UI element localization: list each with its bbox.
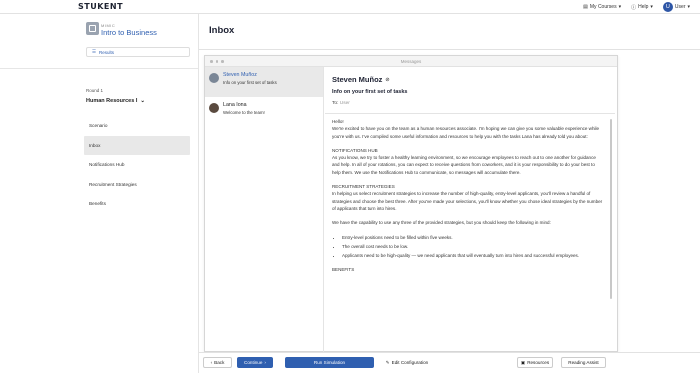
edit-label: Edit Configuration xyxy=(391,360,429,365)
results-icon: ☰ xyxy=(92,49,97,54)
sender-avatar xyxy=(209,73,219,83)
module-select[interactable]: Human Resources I ⌄ xyxy=(86,98,145,104)
help-menu[interactable]: ⓘ Help ▾ xyxy=(631,4,653,11)
round-label: Round 1 xyxy=(86,88,104,93)
edit-configuration-button[interactable]: ✎ Edit Configuration xyxy=(379,357,435,368)
sidebar-item-scenario[interactable]: Scenario xyxy=(84,116,190,136)
message-to: To: User xyxy=(332,101,350,106)
paragraph: We're excited to have you on the team as… xyxy=(332,126,600,139)
my-courses-menu[interactable]: ▤ My Courses ▾ xyxy=(583,4,621,10)
sidebar-item-recruitment-strategies[interactable]: Recruitment Strategies xyxy=(84,175,190,195)
to-value: User xyxy=(339,101,350,106)
chevron-down-icon: ⌄ xyxy=(140,98,145,104)
book-icon: ▤ xyxy=(583,4,588,10)
inbox-subject: Welcome to the team! xyxy=(223,110,265,115)
inbox-sender: Steven Muñoz xyxy=(223,72,257,78)
my-courses-label: My Courses xyxy=(589,4,617,10)
bullet-list: Entry-level positions need to be filled … xyxy=(342,234,604,260)
message-reader: Steven Muñoz ⊘ Info on your first set of… xyxy=(325,67,615,352)
pencil-icon: ✎ xyxy=(385,359,390,365)
section-heading: NOTIFICATIONS HUB xyxy=(332,147,378,153)
continue-button[interactable]: Continue › xyxy=(237,357,273,368)
reading-assist-button[interactable]: Reading Assist xyxy=(561,357,606,368)
inbox-sender: Lana Iona xyxy=(223,102,247,108)
help-icon: ⓘ xyxy=(631,4,637,11)
chevron-right-icon: › xyxy=(264,360,266,365)
sidebar-nav: Scenario Inbox Notifications Hub Recruit… xyxy=(84,116,190,214)
messages-window: Messages Steven Muñoz Info on your first… xyxy=(204,55,618,352)
chevron-down-icon: ▾ xyxy=(618,4,622,10)
window-dots-icon xyxy=(210,60,224,63)
chevron-down-icon: ▾ xyxy=(650,4,653,10)
continue-label: Continue xyxy=(244,360,263,365)
resources-icon: ▣ xyxy=(520,359,526,365)
list-item: Applicants need to be high-quality — we … xyxy=(342,252,604,259)
avatar: U xyxy=(662,2,673,12)
back-button[interactable]: ‹ Back xyxy=(203,357,232,368)
paragraph: In helping us select recruitment strateg… xyxy=(332,191,603,211)
results-label: Results xyxy=(99,49,115,55)
main-panel: Inbox Messages Steven Muñoz Info on your… xyxy=(198,14,700,373)
greeting: Hello! xyxy=(332,119,344,124)
section-heading: BENEFITS xyxy=(332,267,355,273)
user-menu[interactable]: U User ▾ xyxy=(662,2,690,12)
divider xyxy=(199,49,700,50)
course-title: Intro to Business xyxy=(101,28,157,37)
chevron-down-icon: ▾ xyxy=(687,4,690,10)
course-header: MIMIC Intro to Business ☰ Results xyxy=(0,14,198,69)
sidebar-item-notifications-hub[interactable]: Notifications Hub xyxy=(84,155,190,175)
window-title: Messages xyxy=(400,58,422,64)
message-body: Hello! We're excited to have you on the … xyxy=(332,118,604,274)
paragraph: As you know, we try to foster a healthy … xyxy=(332,155,596,175)
list-item: Entry-level positions need to be filled … xyxy=(342,234,604,241)
inbox-item[interactable]: Steven Muñoz Info on your first set of t… xyxy=(205,67,323,97)
chevron-left-icon: ‹ xyxy=(210,360,213,365)
divider xyxy=(325,113,615,114)
scrollbar[interactable] xyxy=(610,119,612,299)
sender-avatar xyxy=(209,103,219,113)
to-label: To: xyxy=(332,101,339,106)
list-item: The overall cost needs to be low. xyxy=(342,243,604,250)
message-sender-name: Steven Muñoz xyxy=(332,75,383,84)
resources-button[interactable]: ▣ Resources xyxy=(517,357,553,368)
sidebar-item-inbox[interactable]: Inbox xyxy=(84,135,190,155)
bottom-toolbar: ‹ Back Continue › Run Simulation ✎ Edit … xyxy=(199,352,700,373)
sidebar: MIMIC Intro to Business ☰ Results Round … xyxy=(0,14,198,373)
back-label: Back xyxy=(214,360,225,365)
results-button[interactable]: ☰ Results xyxy=(86,47,190,57)
inbox-subject: Info on your first set of tasks xyxy=(223,80,277,85)
inbox-item[interactable]: Lana Iona Welcome to the team! xyxy=(205,97,323,127)
help-label: Help xyxy=(638,4,649,10)
inbox-list: Steven Muñoz Info on your first set of t… xyxy=(205,67,324,352)
run-simulation-button[interactable]: Run Simulation xyxy=(285,357,374,368)
page-title: Inbox xyxy=(209,25,235,36)
user-label: User xyxy=(674,4,686,10)
message-sender: Steven Muñoz ⊘ xyxy=(332,75,390,84)
course-logo-icon xyxy=(86,22,99,35)
link-icon: ⊘ xyxy=(385,76,390,83)
resources-label: Resources xyxy=(527,360,550,365)
top-nav: ▤ My Courses ▾ ⓘ Help ▾ U User ▾ xyxy=(583,0,700,14)
message-subject: Info on your first set of tasks xyxy=(332,89,408,95)
top-bar: STUKENT ▤ My Courses ▾ ⓘ Help ▾ U User ▾ xyxy=(0,0,700,14)
section-heading: RECRUITMENT STRATEGIES xyxy=(332,184,395,190)
window-title-bar: Messages xyxy=(205,56,617,67)
module-label: Human Resources I xyxy=(86,98,138,104)
sidebar-item-benefits[interactable]: Benefits xyxy=(84,194,190,214)
paragraph: We have the capability to use any three … xyxy=(332,220,551,226)
stukent-logo[interactable]: STUKENT xyxy=(78,2,123,11)
